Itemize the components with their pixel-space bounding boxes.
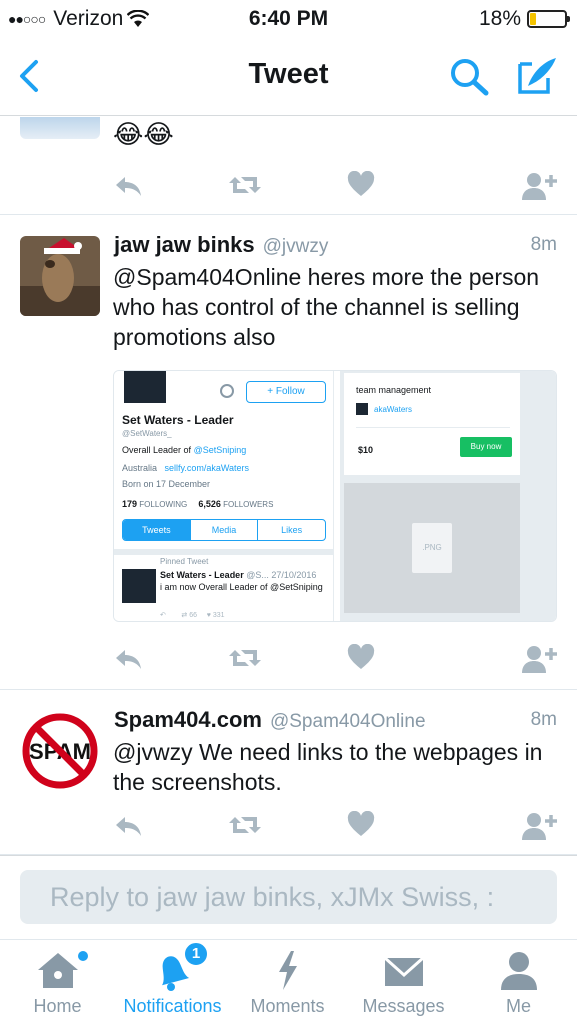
png-file-icon: .PNG [412, 523, 452, 573]
screenshot-birthday: Born on 17 December [122, 479, 211, 489]
screenshot-follow-button: + Follow [246, 381, 326, 403]
tweet-actions [113, 171, 557, 201]
tweet-thread: 😂😂 jaw jaw binks @jvwzy 8m @Spam404Onlin… [0, 117, 577, 855]
screenshot-pinned-avatar [122, 569, 156, 603]
avatar[interactable]: SPAM [20, 711, 100, 791]
screenshot-location: Australia sellfy.com/akaWaters [122, 463, 250, 473]
display-name[interactable]: Spam404.com [114, 707, 262, 733]
username[interactable]: @Spam404Online [270, 711, 426, 733]
retweet-icon[interactable] [227, 811, 263, 841]
tweet-image[interactable]: + Follow Set Waters - Leader @SetWaters_… [113, 370, 557, 622]
tab-bar: Home 1 Notifications Moments Messages Me [0, 939, 577, 1024]
timestamp: 8m [530, 234, 557, 255]
tab-label: Moments [250, 996, 325, 1016]
reply-icon[interactable] [113, 644, 143, 674]
tab-home[interactable]: Home [0, 940, 115, 1024]
tweet-emoji: 😂😂 [113, 119, 174, 149]
screenshot-pinned-actions: ↶ ⇄ 66 ♥ 331 [160, 612, 225, 619]
screenshot-handle: @SetWaters_ [122, 429, 172, 438]
battery-icon [527, 10, 570, 28]
tab-me[interactable]: Me [461, 940, 576, 1024]
screenshot-name: Set Waters - Leader [122, 413, 234, 427]
status-bar: ●●○○○ Verizon 6:40 PM 18% [0, 0, 577, 38]
gear-icon [220, 384, 234, 398]
tweet-spam404[interactable]: SPAM Spam404.com @Spam404Online 8m @jvwz… [0, 691, 577, 855]
store-price: $10 [358, 445, 374, 455]
tweet-text: @Spam404Online heres more the person who… [113, 264, 540, 350]
avatar[interactable] [20, 236, 100, 316]
store-heading: team management [356, 385, 432, 395]
tab-messages[interactable]: Messages [346, 940, 461, 1024]
tweet-jvwzy[interactable]: jaw jaw binks @jvwzy 8m @Spam404Online h… [0, 216, 577, 690]
battery-group: 18% [478, 7, 570, 31]
screenshot-tabs: Tweets Media Likes [122, 519, 326, 541]
screenshot-pinned-tweet: Set Waters - Leader @S... 27/10/2016 i a… [160, 570, 323, 592]
tweet-header: Spam404.com @Spam404Online 8m [114, 707, 557, 733]
follow-user-icon[interactable] [521, 644, 557, 674]
screenshot-pinned-label: Pinned Tweet [160, 557, 209, 566]
envelope-icon [383, 956, 424, 986]
compose-tweet-icon[interactable] [514, 54, 560, 96]
reply-icon[interactable] [113, 811, 143, 841]
person-icon [500, 952, 537, 990]
tweet-actions [113, 644, 557, 674]
store-screenshot: team management akaWaters $10 Buy now .P… [340, 371, 556, 621]
tab-label: Home [33, 996, 82, 1016]
home-icon [37, 953, 78, 988]
reply-icon[interactable] [113, 171, 143, 201]
previous-tweet-media[interactable] [20, 117, 100, 139]
display-name[interactable]: jaw jaw binks [114, 232, 255, 258]
screenshot-bio: Overall Leader of @SetSniping [122, 445, 247, 455]
store-seller: akaWaters [356, 403, 412, 415]
reply-input[interactable]: Reply to jaw jaw binks, xJMx Swiss, : [20, 870, 557, 924]
like-heart-icon[interactable] [347, 811, 375, 841]
tab-label: Me [505, 996, 531, 1016]
previous-tweet[interactable]: 😂😂 [0, 117, 577, 215]
reply-bar: Reply to jaw jaw binks, xJMx Swiss, : [0, 855, 577, 939]
file-preview: .PNG [344, 483, 520, 613]
like-heart-icon[interactable] [347, 171, 375, 201]
profile-screenshot: + Follow Set Waters - Leader @SetWaters_… [114, 371, 334, 621]
retweet-icon[interactable] [227, 171, 263, 201]
tab-label: Notifications [123, 996, 222, 1016]
battery-percent: 18% [478, 7, 521, 30]
search-icon[interactable] [448, 56, 492, 96]
notification-badge: 1 [183, 941, 209, 967]
username[interactable]: @jvwzy [263, 236, 329, 258]
home-new-dot [78, 951, 88, 961]
tab-label: Messages [362, 996, 445, 1016]
screenshot-stats: 179 FOLLOWING 6,526 FOLLOWERS [122, 499, 274, 509]
store-card: team management akaWaters $10 Buy now [344, 373, 520, 475]
tweet-actions [113, 811, 557, 841]
navigation-bar: Tweet [0, 38, 577, 116]
screenshot-avatar [122, 371, 168, 405]
follow-user-icon[interactable] [521, 171, 557, 201]
tab-moments[interactable]: Moments [230, 940, 345, 1024]
follow-user-icon[interactable] [521, 811, 557, 841]
retweet-icon[interactable] [227, 644, 263, 674]
like-heart-icon[interactable] [347, 644, 375, 674]
timestamp: 8m [530, 709, 557, 730]
lightning-icon [278, 951, 297, 990]
tweet-header: jaw jaw binks @jvwzy 8m [114, 232, 557, 258]
store-buy-button: Buy now [460, 437, 512, 457]
tab-notifications[interactable]: 1 Notifications [115, 940, 230, 1024]
tweet-text: @jvwzy We need links to the webpages in … [113, 739, 543, 795]
